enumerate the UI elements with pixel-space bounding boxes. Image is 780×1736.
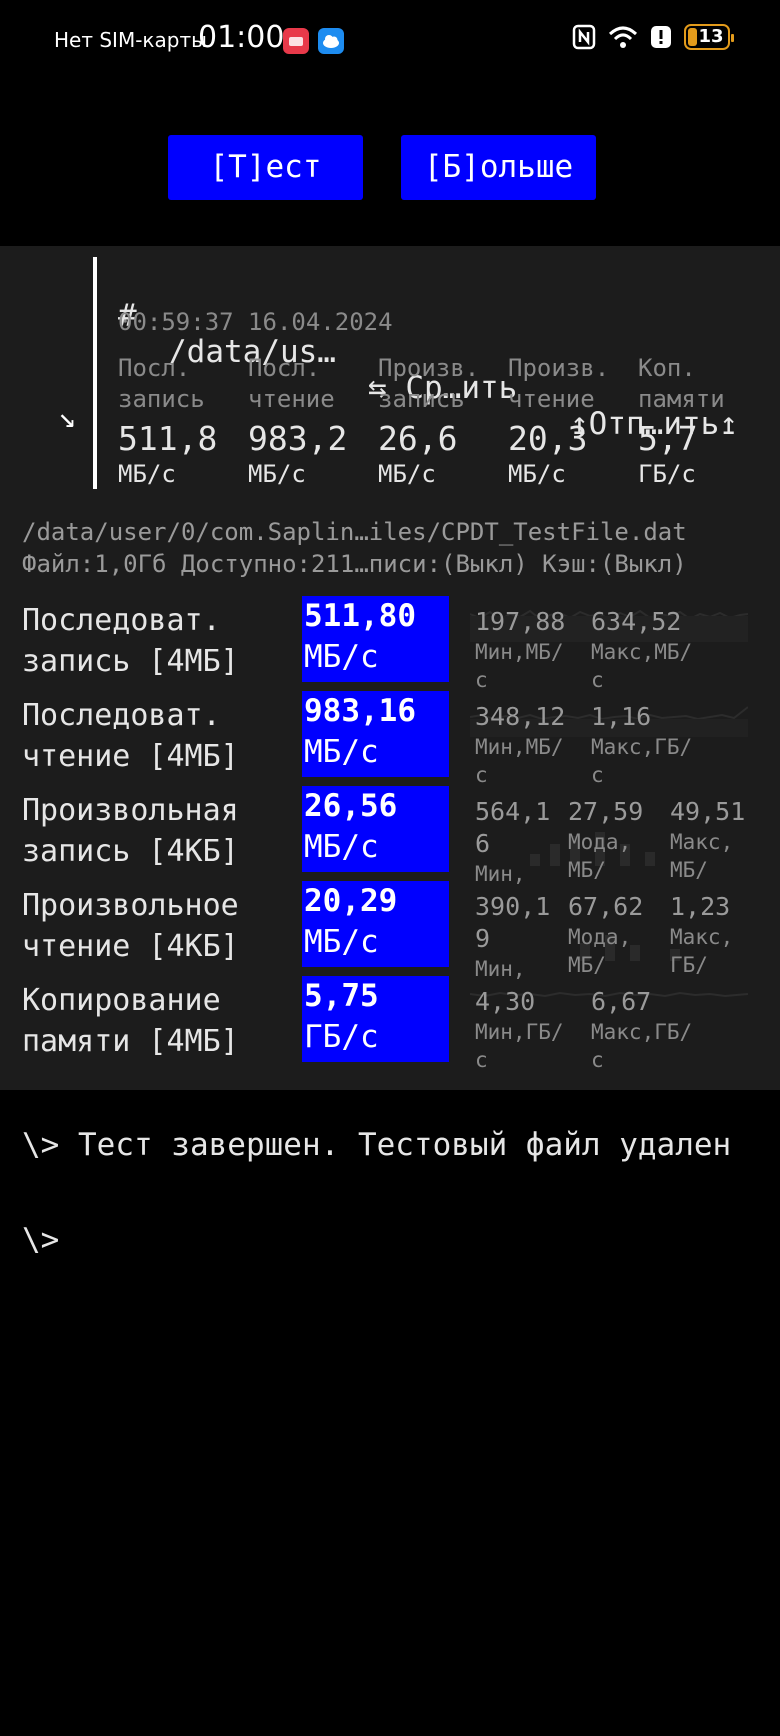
test-file-info: Файл:1,0Гб Доступно:211…писи:(Выкл) Кэш:… [22,550,687,578]
alert-icon [651,26,671,48]
battery-level: 13 [698,26,724,47]
speed-badge: 983,16 МБ/с [302,691,449,777]
summary-rand-read: Произв. чтение 20,3 МБ/с [508,354,610,488]
status-icons: 13 [572,24,734,50]
test-row-rand-read: Произвольное чтение [4КБ] 20,29 МБ/с 390,1… [0,881,780,981]
speed-badge: 20,29 МБ/с [302,881,449,967]
speed-badge: 511,80 МБ/с [302,596,449,682]
speed-badge: 26,56 МБ/с [302,786,449,872]
status-bar: Нет SIM-карты 01:00 13 [0,0,780,80]
carrier-label: Нет SIM-карты [54,28,207,52]
summary-seq-read: Посл. чтение 983,2 МБ/с [248,354,348,488]
test-row-seq-read: Последоват. чтение [4МБ] 983,16 МБ/с 348,1… [0,691,780,787]
app-notification-icon [283,28,309,54]
summary-seq-write: Посл. запись 511,8 МБ/с [118,354,218,488]
summary-mem-copy: Коп. памяти 5,7 ГБ/с [638,354,725,488]
test-name: Произвольное чтение [4КБ] [22,888,239,964]
clock: 01:00 [198,20,285,55]
test-name: Копирование памяти [4МБ] [22,983,239,1059]
test-button[interactable]: [Т]ест [168,135,363,200]
speed-badge: 5,75 ГБ/с [302,976,449,1062]
test-name: Последоват. чтение [4МБ] [22,698,239,774]
console-message: \> Тест завершен. Тестовый файл удален [22,1127,732,1163]
test-row-seq-write: Последоват. запись [4МБ] 511,80 МБ/с 197,8… [0,596,780,692]
test-name: Произвольная запись [4КБ] [22,793,239,869]
divider [93,257,97,489]
test-datetime: 00:59:37 16.04.2024 [118,308,393,336]
test-row-rand-write: Произвольная запись [4КБ] 26,56 МБ/с 564,1… [0,786,780,886]
collapse-arrow-icon[interactable]: ↘ [58,400,76,435]
summary-rand-write: Произв. запись 26,6 МБ/с [378,354,480,488]
battery-icon: 13 [684,24,734,50]
more-button[interactable]: [Б]ольше [401,135,596,200]
wifi-icon [608,26,638,48]
test-row-mem-copy: Копирование памяти [4МБ] 5,75 ГБ/с 4,30 Мин… [0,976,780,1072]
nfc-icon [572,24,596,50]
test-file-path: /data/user/0/com.Saplin…iles/CPDT_TestFi… [22,518,687,546]
console-prompt[interactable]: \> [22,1222,59,1258]
test-name: Последоват. запись [4МБ] [22,603,239,679]
cloud-icon [318,28,344,54]
